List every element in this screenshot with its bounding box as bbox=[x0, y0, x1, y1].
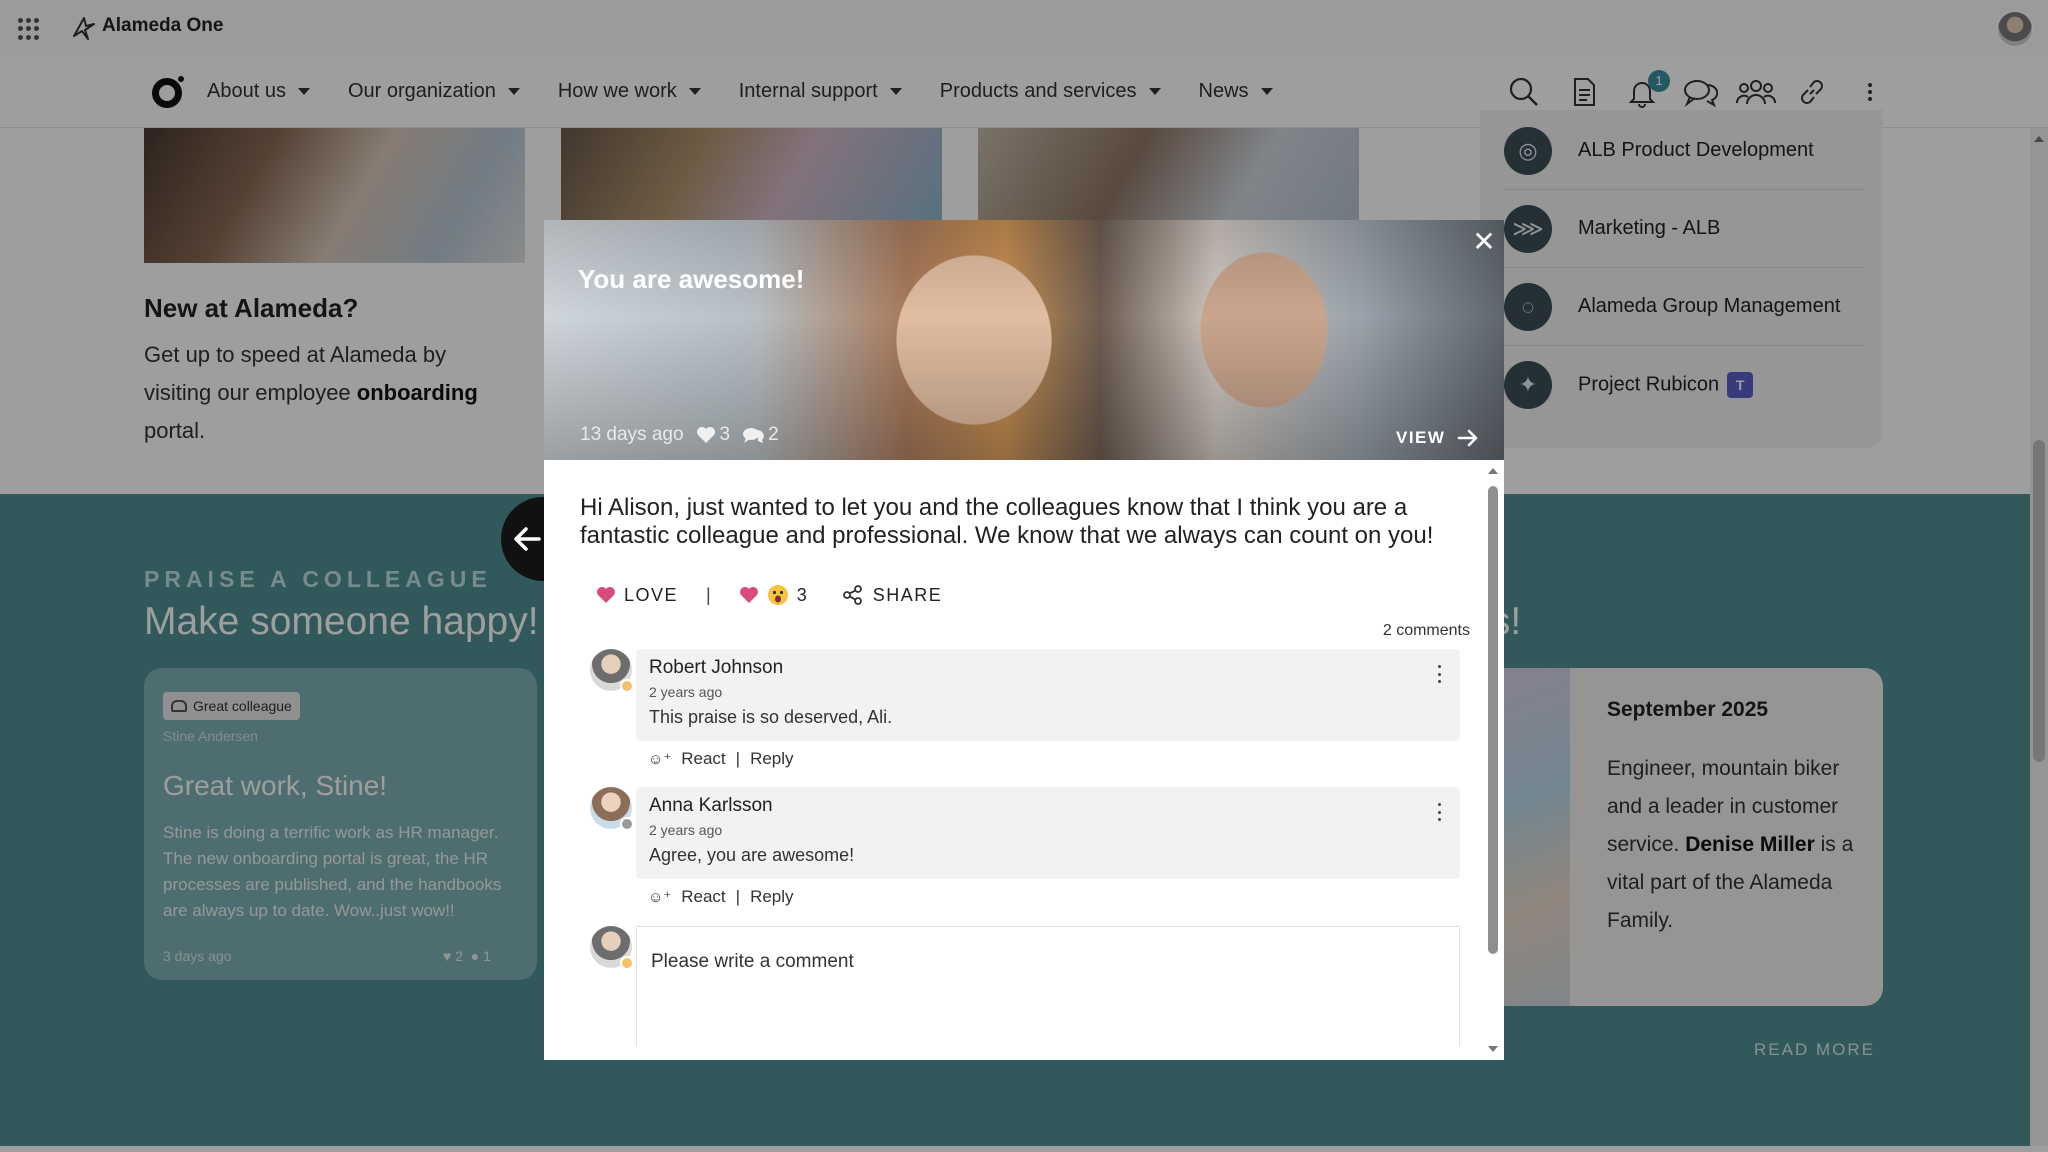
share-icon bbox=[842, 585, 862, 605]
modal-time: 13 days ago bbox=[580, 424, 684, 445]
heart-reaction-icon bbox=[739, 586, 759, 604]
comment-placeholder: Please write a comment bbox=[651, 951, 854, 972]
share-label: SHARE bbox=[872, 584, 943, 605]
comment-menu-icon[interactable] bbox=[1438, 665, 1442, 683]
action-separator: | bbox=[706, 584, 711, 605]
comment-menu-icon[interactable] bbox=[1438, 803, 1442, 821]
heart-icon bbox=[696, 427, 715, 443]
comment-author[interactable]: Anna Karlsson bbox=[649, 795, 773, 817]
praise-message: Hi Alison, just wanted to let you and th… bbox=[580, 494, 1434, 549]
modal-comment-count: 2 bbox=[768, 424, 779, 445]
reply-button[interactable]: Reply bbox=[750, 749, 793, 769]
comment-time: 2 years ago bbox=[649, 684, 723, 700]
modal-meta: 13 days ago 3 2 bbox=[580, 424, 779, 446]
comment-text: Agree, you are awesome! bbox=[649, 845, 855, 865]
comment-actions: ☺⁺ React | Reply bbox=[648, 887, 794, 907]
love-label: LOVE bbox=[624, 584, 679, 605]
modal-title: You are awesome! bbox=[578, 264, 805, 294]
scroll-down-icon[interactable] bbox=[1488, 1046, 1498, 1052]
status-indicator bbox=[620, 679, 634, 693]
comment-bubble: Anna Karlsson 2 years ago Agree, you are… bbox=[636, 787, 1460, 879]
avatar[interactable] bbox=[590, 787, 634, 831]
status-indicator bbox=[620, 817, 634, 831]
heart-icon bbox=[596, 586, 616, 604]
comment-author[interactable]: Robert Johnson bbox=[649, 657, 783, 679]
scroll-up-icon[interactable] bbox=[1488, 468, 1498, 474]
comment-text: This praise is so deserved, Ali. bbox=[649, 707, 893, 727]
praise-modal: You are awesome! ✕ 13 days ago 3 2 VIEW … bbox=[544, 220, 1504, 1060]
surprised-emoji-icon bbox=[767, 585, 788, 605]
view-button[interactable]: VIEW bbox=[1396, 428, 1479, 448]
share-button[interactable]: SHARE bbox=[842, 584, 943, 606]
status-indicator bbox=[620, 956, 634, 970]
arrow-left-icon bbox=[514, 527, 541, 551]
love-button[interactable]: LOVE bbox=[596, 585, 678, 606]
modal-like-count: 3 bbox=[719, 424, 731, 445]
praise-actions: LOVE | 3 SHARE bbox=[596, 584, 942, 606]
comments-count[interactable]: 2 comments bbox=[1350, 622, 1470, 640]
reactions-summary[interactable]: 3 bbox=[739, 584, 843, 606]
add-reaction-icon[interactable]: ☺⁺ bbox=[648, 888, 671, 906]
comment-input[interactable]: Please write a comment bbox=[636, 926, 1460, 1046]
current-user-avatar bbox=[590, 926, 634, 970]
reply-button[interactable]: Reply bbox=[750, 887, 793, 907]
view-label: VIEW bbox=[1396, 428, 1446, 447]
close-icon[interactable]: ✕ bbox=[1470, 228, 1498, 256]
add-reaction-icon[interactable]: ☺⁺ bbox=[648, 750, 671, 768]
arrow-right-icon bbox=[1458, 429, 1478, 447]
comment-actions: ☺⁺ React | Reply bbox=[648, 749, 794, 769]
comment-bubble: Robert Johnson 2 years ago This praise i… bbox=[636, 649, 1460, 741]
react-button[interactable]: React bbox=[681, 749, 725, 769]
reaction-count: 3 bbox=[796, 584, 807, 605]
react-button[interactable]: React bbox=[681, 887, 725, 907]
separator: | bbox=[735, 887, 741, 906]
comment-icon bbox=[743, 428, 764, 443]
avatar[interactable] bbox=[590, 649, 634, 693]
comment-time: 2 years ago bbox=[649, 822, 723, 838]
modal-scrollbar-thumb[interactable] bbox=[1488, 486, 1498, 954]
separator: | bbox=[735, 749, 741, 768]
modal-body: Hi Alison, just wanted to let you and th… bbox=[544, 460, 1504, 1060]
